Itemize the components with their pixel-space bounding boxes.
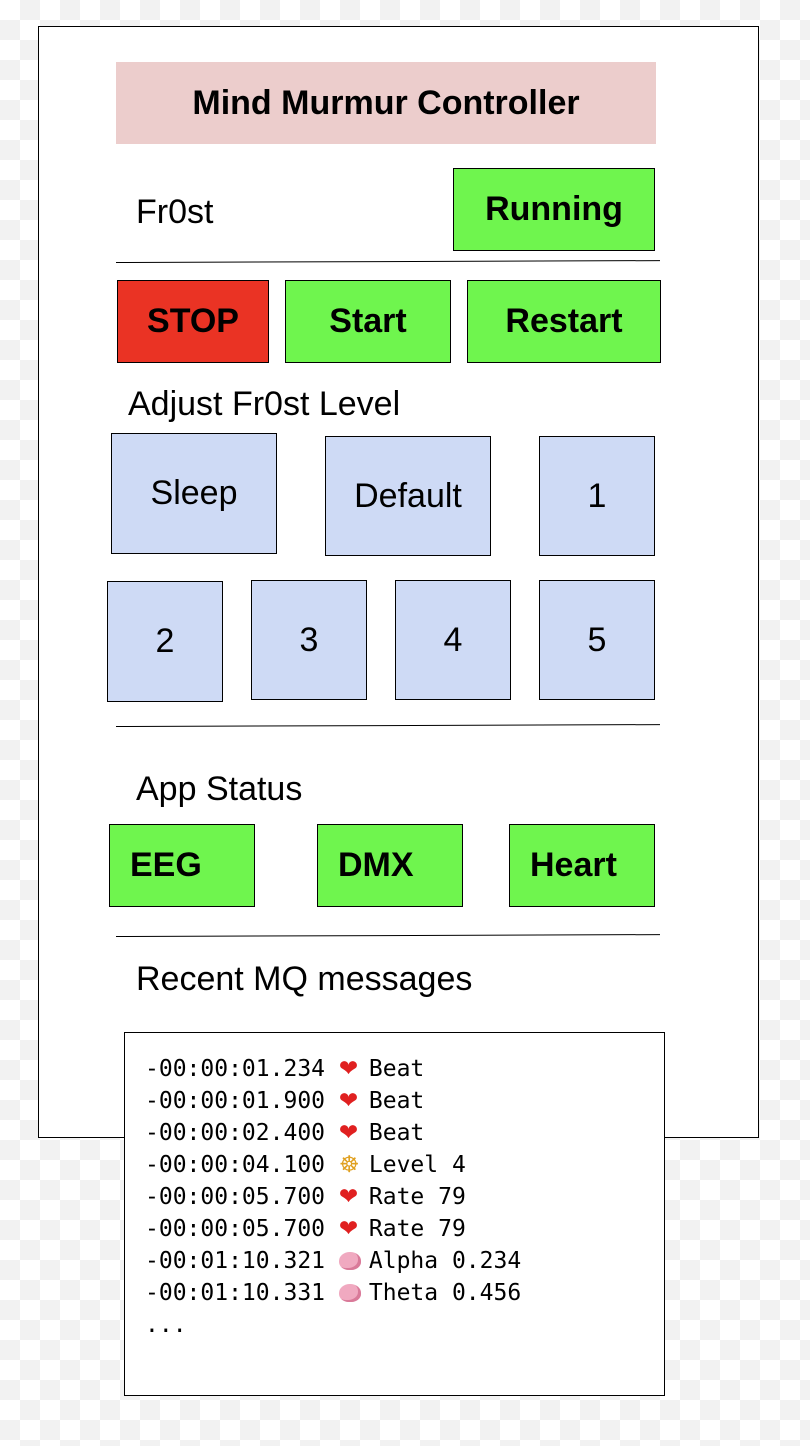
- start-button[interactable]: Start: [285, 280, 451, 363]
- message-time: -00:00:05.700: [145, 1216, 326, 1242]
- level-default-button[interactable]: Default: [325, 436, 491, 556]
- mq-message: -00:00:01.234 ❤ Beat: [145, 1053, 521, 1085]
- mq-messages-panel: -00:00:01.234 ❤ Beat -00:00:01.900 ❤ Beat …: [124, 1032, 665, 1396]
- message-time: -00:01:10.331: [145, 1280, 326, 1306]
- heart-icon: ❤: [338, 1184, 359, 1210]
- message-text: Beat: [368, 1056, 425, 1082]
- message-time: -00:00:05.700: [145, 1184, 326, 1210]
- message-text: Rate 79: [368, 1216, 466, 1242]
- mq-message: -00:00:05.700 ❤ Rate 79: [145, 1213, 521, 1245]
- message-text: Beat: [368, 1120, 425, 1146]
- heart-icon: ❤: [338, 1120, 359, 1146]
- message-time: -00:00:04.100: [145, 1152, 326, 1178]
- mq-message: -00:00:02.400 ❤ Beat: [145, 1117, 521, 1149]
- mq-message-list: -00:00:01.234 ❤ Beat -00:00:01.900 ❤ Beat …: [145, 1053, 521, 1341]
- message-text: Rate 79: [368, 1184, 466, 1210]
- dmx-status-badge[interactable]: DMX: [317, 824, 463, 907]
- heart-icon: ❤: [338, 1056, 359, 1082]
- message-time: -00:01:10.321: [145, 1248, 326, 1274]
- frost-label: Fr0st: [136, 193, 214, 231]
- heart-status-badge[interactable]: Heart: [509, 824, 655, 907]
- brain-icon: [338, 1245, 369, 1277]
- message-text: Level 4: [368, 1152, 466, 1178]
- mq-message: -00:01:10.331 Theta 0.456: [145, 1277, 521, 1309]
- mq-ellipsis: ...: [145, 1312, 187, 1338]
- message-time: -00:00:01.900: [145, 1088, 326, 1114]
- meditate-icon: ☸: [338, 1152, 360, 1178]
- level-1-button[interactable]: 1: [539, 436, 655, 556]
- frost-status-badge[interactable]: Running: [453, 168, 655, 251]
- message-text: Theta 0.456: [368, 1280, 522, 1306]
- level-2-button[interactable]: 2: [107, 581, 223, 702]
- message-text: Beat: [368, 1088, 425, 1114]
- stop-button[interactable]: STOP: [117, 280, 269, 363]
- message-time: -00:00:01.234: [145, 1056, 326, 1082]
- mq-message: -00:01:10.321 Alpha 0.234: [145, 1245, 521, 1277]
- page-title: Mind Murmur Controller: [116, 62, 656, 144]
- mq-message: -00:00:04.100 ☸ Level 4: [145, 1149, 521, 1181]
- message-time: -00:00:02.400: [145, 1120, 326, 1146]
- mq-heading: Recent MQ messages: [136, 960, 473, 998]
- mq-message: -00:00:01.900 ❤ Beat: [145, 1085, 521, 1117]
- eeg-status-badge[interactable]: EEG: [109, 824, 255, 907]
- app-status-heading: App Status: [136, 770, 303, 808]
- restart-button[interactable]: Restart: [467, 280, 661, 363]
- level-4-button[interactable]: 4: [395, 580, 511, 700]
- level-heading: Adjust Fr0st Level: [128, 385, 401, 423]
- heart-icon: ❤: [338, 1088, 359, 1114]
- mq-message: -00:00:05.700 ❤ Rate 79: [145, 1181, 521, 1213]
- level-5-button[interactable]: 5: [539, 580, 655, 700]
- level-sleep-button[interactable]: Sleep: [111, 433, 277, 554]
- level-3-button[interactable]: 3: [251, 580, 367, 700]
- message-text: Alpha 0.234: [368, 1248, 522, 1274]
- heart-icon: ❤: [338, 1216, 359, 1242]
- brain-icon: [338, 1277, 369, 1309]
